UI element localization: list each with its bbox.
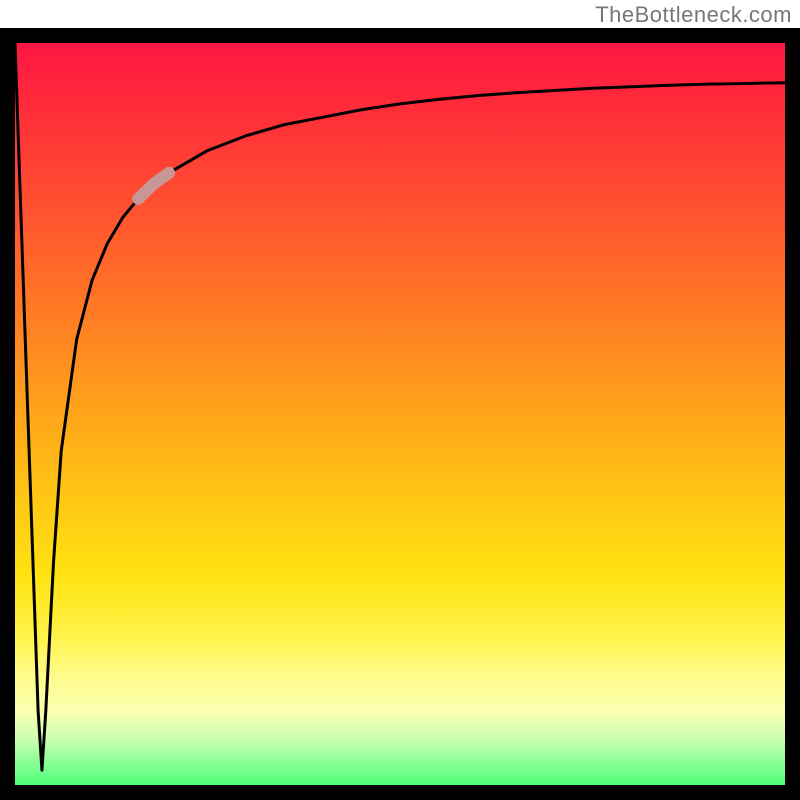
plot-area: [15, 43, 785, 785]
curve-highlight-icon: [138, 173, 169, 199]
chart-frame: [0, 28, 800, 800]
chart-container: TheBottleneck.com: [0, 0, 800, 800]
curve-svg: [15, 43, 785, 785]
attribution-text: TheBottleneck.com: [595, 2, 792, 28]
bottleneck-curve: [15, 43, 785, 770]
